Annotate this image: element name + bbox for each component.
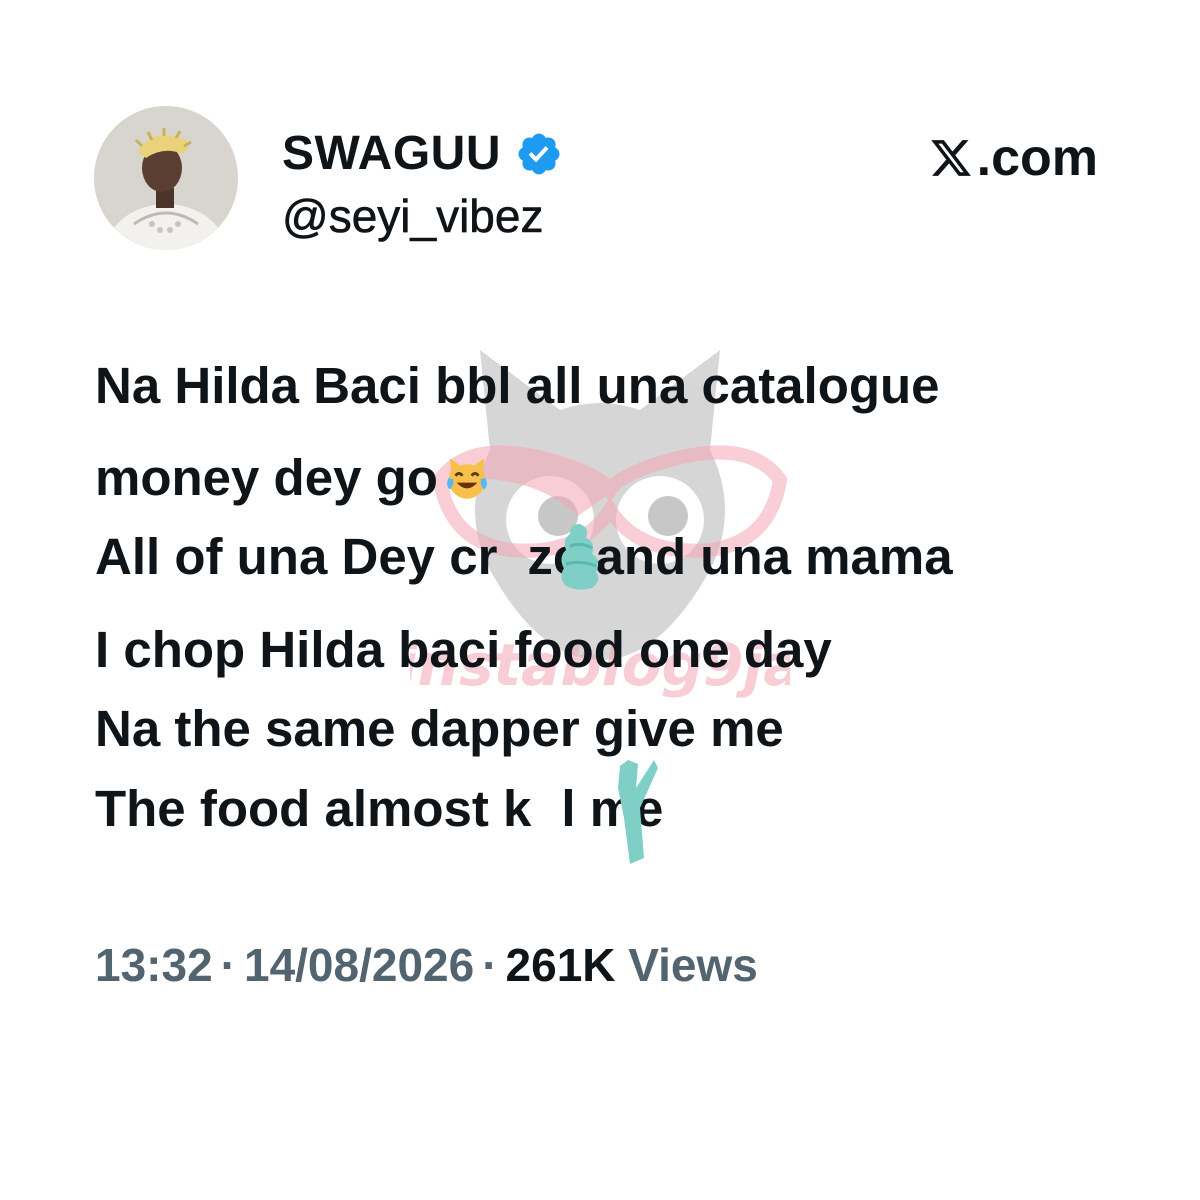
tweet-card: SWAGUU @seyi_vibez .com instablog9ja Na … <box>0 0 1200 1200</box>
tweet-line: The food almost k l me <box>95 783 663 834</box>
tweet-line-tail: ze and una mama <box>527 528 953 585</box>
tweet-date[interactable]: 14/08/2026 <box>244 939 474 991</box>
tweet-time[interactable]: 13:32 <box>95 939 213 991</box>
source-site: .com <box>929 130 1098 186</box>
tweet-line: All of una Dey cr ze and una mama <box>95 531 953 582</box>
tweet-line-text: The food almost k <box>95 780 532 837</box>
site-label: .com <box>976 129 1098 187</box>
tweet-line: I chop Hilda baci food one day <box>95 621 832 678</box>
tweet-line-tail: l me <box>561 780 664 837</box>
tweet-line-text: All of una Dey cr <box>95 528 498 585</box>
views-label: Views <box>628 939 758 991</box>
tweet-meta: 13:32 · 14/08/2026 · 261K Views <box>95 942 758 988</box>
author-handle[interactable]: @seyi_vibez <box>282 193 544 240</box>
tweet-line: Na the same dapper give me <box>95 700 784 757</box>
meta-separator: · <box>220 939 236 991</box>
avatar-image <box>94 106 238 250</box>
meta-separator: · <box>482 939 498 991</box>
avatar[interactable] <box>94 106 238 250</box>
cat-with-tears-of-joy-icon <box>447 458 487 499</box>
x-logo-icon <box>930 140 971 176</box>
tweet-line-text: money dey go <box>95 449 438 506</box>
tweet-line: Na Hilda Baci bbl all una catalogue <box>95 357 940 414</box>
views-count[interactable]: 261K <box>506 939 616 991</box>
verified-badge-icon <box>518 133 560 175</box>
display-name[interactable]: SWAGUU <box>282 130 501 178</box>
tweet-line: money dey go <box>95 452 490 503</box>
author-name-row[interactable]: SWAGUU <box>282 124 563 184</box>
